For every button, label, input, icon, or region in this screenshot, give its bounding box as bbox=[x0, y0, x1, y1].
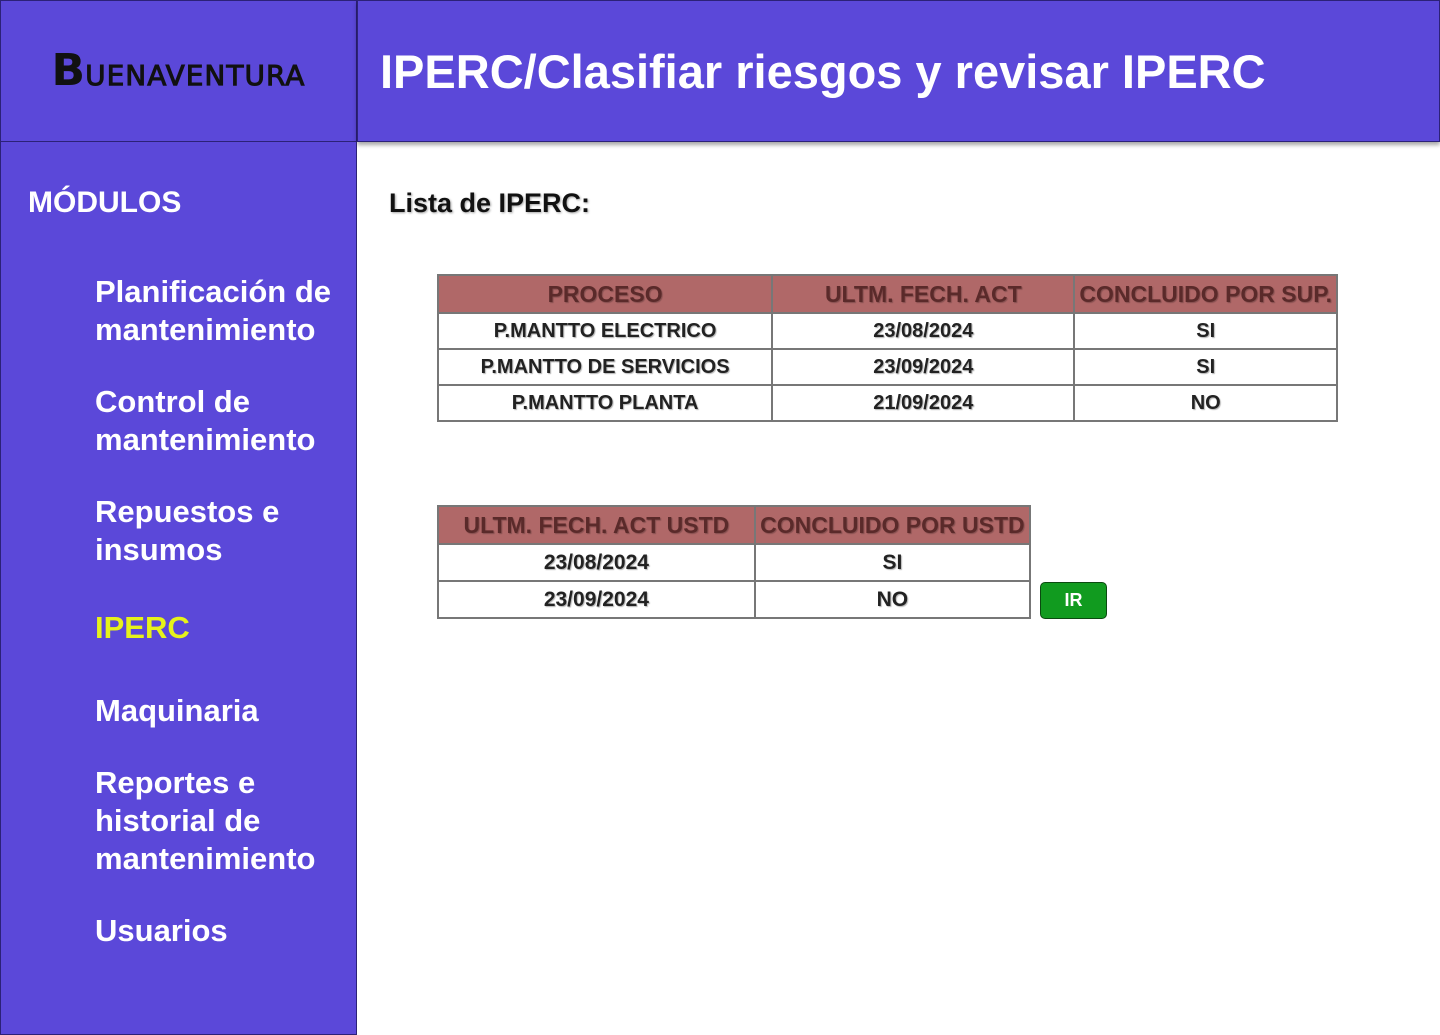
page-header: IPERC/Clasifiar riesgos y revisar IPERC bbox=[357, 0, 1440, 142]
column-header: PROCESO bbox=[436, 274, 774, 314]
iperc-process-table: PROCESO ULTM. FECH. ACT CONCLUIDO POR SU… bbox=[436, 274, 1338, 422]
sidebar: MÓDULOS Planificación de mantenimiento C… bbox=[0, 142, 357, 1035]
table-row[interactable]: P.MANTTO PLANTA 21/09/2024 NO bbox=[436, 384, 1338, 422]
sidebar-item-reportes[interactable]: Reportes e historial de mantenimiento bbox=[95, 764, 350, 878]
table-cell: SI bbox=[1073, 312, 1338, 350]
table-row[interactable]: 23/09/2024 NO bbox=[437, 580, 1032, 619]
logo-text: UENAVENTURA bbox=[85, 59, 306, 92]
table-cell: NO bbox=[1073, 384, 1338, 422]
logo-initial: B bbox=[51, 45, 86, 96]
table-cell: 23/09/2024 bbox=[771, 348, 1076, 386]
section-title: Lista de IPERC: bbox=[389, 188, 591, 218]
sidebar-item-repuestos[interactable]: Repuestos e insumos bbox=[95, 493, 350, 569]
sidebar-item-iperc[interactable]: IPERC bbox=[95, 609, 350, 647]
table-row[interactable]: P.MANTTO ELECTRICO 23/08/2024 SI bbox=[436, 312, 1338, 350]
table-cell: 21/09/2024 bbox=[771, 384, 1076, 422]
ir-button[interactable]: IR bbox=[1040, 582, 1107, 619]
table-cell: P.MANTTO ELECTRICO bbox=[436, 312, 774, 350]
table-cell: SI bbox=[753, 543, 1032, 582]
table-header-row: ULTM. FECH. ACT USTD CONCLUIDO POR USTD bbox=[437, 505, 1032, 545]
logo-panel: B UENAVENTURA bbox=[0, 0, 357, 142]
table-cell: SI bbox=[1073, 348, 1338, 386]
buenaventura-logo: B UENAVENTURA bbox=[52, 49, 306, 93]
table-cell: P.MANTTO DE SERVICIOS bbox=[436, 348, 774, 386]
sidebar-item-usuarios[interactable]: Usuarios bbox=[95, 912, 350, 950]
column-header: CONCLUIDO POR USTD bbox=[753, 505, 1032, 545]
column-header: ULTM. FECH. ACT USTD bbox=[437, 505, 756, 545]
column-header: ULTM. FECH. ACT bbox=[771, 274, 1076, 314]
sidebar-item-maquinaria[interactable]: Maquinaria bbox=[95, 692, 350, 730]
sidebar-item-control[interactable]: Control de mantenimiento bbox=[95, 383, 350, 459]
table-row[interactable]: P.MANTTO DE SERVICIOS 23/09/2024 SI bbox=[436, 348, 1338, 386]
table-cell: NO bbox=[753, 580, 1032, 619]
table-cell: 23/08/2024 bbox=[771, 312, 1076, 350]
ustd-status-table: ULTM. FECH. ACT USTD CONCLUIDO POR USTD … bbox=[437, 505, 1032, 619]
table-header-row: PROCESO ULTM. FECH. ACT CONCLUIDO POR SU… bbox=[436, 274, 1338, 314]
sidebar-title: MÓDULOS bbox=[28, 186, 182, 219]
table-cell: 23/09/2024 bbox=[437, 580, 756, 619]
sidebar-item-planificacion[interactable]: Planificación de mantenimiento bbox=[95, 273, 350, 349]
table-cell: 23/08/2024 bbox=[437, 543, 756, 582]
table-row[interactable]: 23/08/2024 SI bbox=[437, 543, 1032, 582]
page-title: IPERC/Clasifiar riesgos y revisar IPERC bbox=[380, 44, 1266, 98]
table-cell: P.MANTTO PLANTA bbox=[436, 384, 774, 422]
column-header: CONCLUIDO POR SUP. bbox=[1073, 274, 1338, 314]
